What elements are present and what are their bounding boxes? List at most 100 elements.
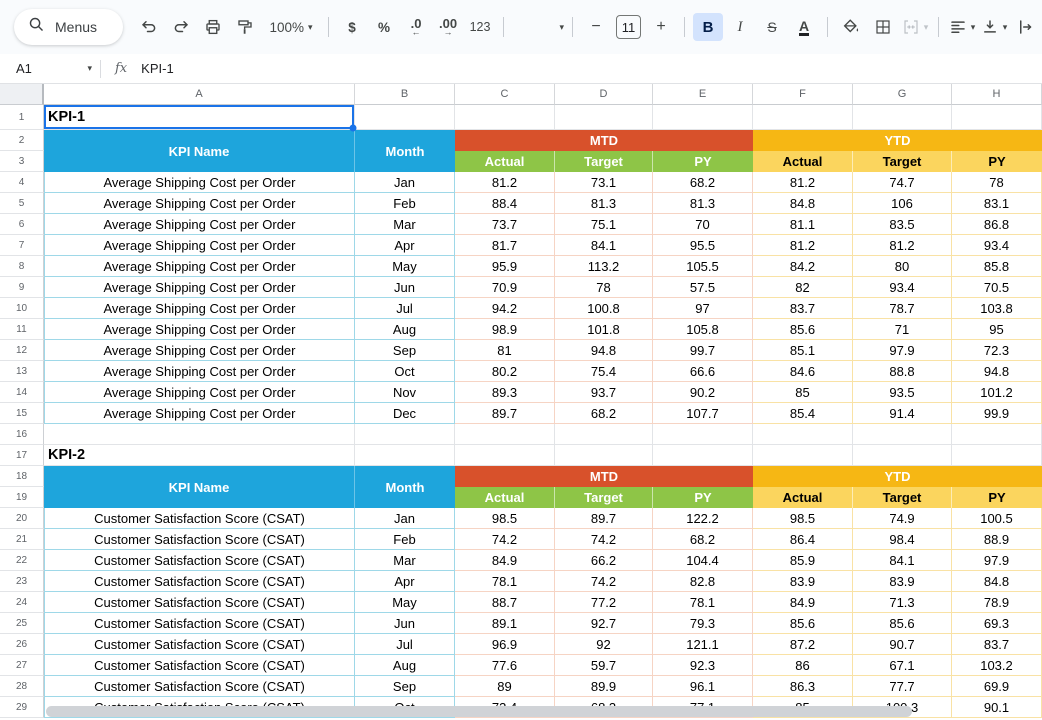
cell-A4[interactable]: Average Shipping Cost per Order [44,172,355,193]
cell-A27[interactable]: Customer Satisfaction Score (CSAT) [44,655,355,676]
cell-F21[interactable]: 86.4 [753,529,853,550]
cell-G23[interactable]: 83.9 [853,571,952,592]
t1-header-ytd-py[interactable]: PY [952,151,1042,172]
row-header-5[interactable]: 5 [0,193,44,214]
cell-A8[interactable]: Average Shipping Cost per Order [44,256,355,277]
cell-C6[interactable]: 73.7 [455,214,555,235]
cell-H6[interactable]: 86.8 [952,214,1042,235]
cell-G25[interactable]: 85.6 [853,613,952,634]
cell-F17[interactable] [753,445,853,466]
t1-header-mtd-target[interactable]: Target [555,151,653,172]
cell-G17[interactable] [853,445,952,466]
cell-F23[interactable]: 83.9 [753,571,853,592]
cell-B14[interactable]: Nov [355,382,455,403]
cell-E24[interactable]: 78.1 [653,592,753,613]
cell-D11[interactable]: 101.8 [555,319,653,340]
cell-D17[interactable] [555,445,653,466]
row-header-18[interactable]: 18 [0,466,44,487]
cell-D8[interactable]: 113.2 [555,256,653,277]
cell-D22[interactable]: 66.2 [555,550,653,571]
cell-G15[interactable]: 91.4 [853,403,952,424]
cell-D1[interactable] [555,105,653,130]
cell-H8[interactable]: 85.8 [952,256,1042,277]
cell-E11[interactable]: 105.8 [653,319,753,340]
cell-B15[interactable]: Dec [355,403,455,424]
t2-header-ytd-target[interactable]: Target [853,487,952,508]
cell-D25[interactable]: 92.7 [555,613,653,634]
name-box[interactable]: A1 ▾ [0,61,100,76]
cell-H14[interactable]: 101.2 [952,382,1042,403]
cell-G13[interactable]: 88.8 [853,361,952,382]
t2-header-mtd-actual[interactable]: Actual [455,487,555,508]
print-button[interactable] [198,13,228,41]
cell-D21[interactable]: 74.2 [555,529,653,550]
row-header-28[interactable]: 28 [0,676,44,697]
cell-F22[interactable]: 85.9 [753,550,853,571]
t2-header-kpi-name[interactable]: KPI Name [44,466,355,508]
cell-H15[interactable]: 99.9 [952,403,1042,424]
column-header-C[interactable]: C [455,84,555,105]
column-header-D[interactable]: D [555,84,653,105]
cell-A14[interactable]: Average Shipping Cost per Order [44,382,355,403]
bold-button[interactable]: B [693,13,723,41]
cell-F6[interactable]: 81.1 [753,214,853,235]
t2-header-ytd-actual[interactable]: Actual [753,487,853,508]
horizontal-scrollbar-thumb[interactable] [46,706,912,717]
row-header-20[interactable]: 20 [0,508,44,529]
cell-B4[interactable]: Jan [355,172,455,193]
column-header-E[interactable]: E [653,84,753,105]
cell-E26[interactable]: 121.1 [653,634,753,655]
row-header-16[interactable]: 16 [0,424,44,445]
cell-A10[interactable]: Average Shipping Cost per Order [44,298,355,319]
cell-E23[interactable]: 82.8 [653,571,753,592]
column-header-B[interactable]: B [355,84,455,105]
cell-A17[interactable]: KPI-2 [44,445,355,466]
cell-G21[interactable]: 98.4 [853,529,952,550]
cell-B5[interactable]: Feb [355,193,455,214]
cell-H23[interactable]: 84.8 [952,571,1042,592]
row-header-9[interactable]: 9 [0,277,44,298]
cell-B24[interactable]: May [355,592,455,613]
cell-A25[interactable]: Customer Satisfaction Score (CSAT) [44,613,355,634]
cell-B13[interactable]: Oct [355,361,455,382]
cell-A13[interactable]: Average Shipping Cost per Order [44,361,355,382]
cell-C9[interactable]: 70.9 [455,277,555,298]
cell-F9[interactable]: 82 [753,277,853,298]
cell-C21[interactable]: 74.2 [455,529,555,550]
t2-header-mtd[interactable]: MTD [455,466,753,487]
row-header-4[interactable]: 4 [0,172,44,193]
row-header-23[interactable]: 23 [0,571,44,592]
cell-G22[interactable]: 84.1 [853,550,952,571]
increase-decimal-button[interactable]: .00 → [433,13,463,41]
cell-C12[interactable]: 81 [455,340,555,361]
cell-G28[interactable]: 77.7 [853,676,952,697]
cell-E22[interactable]: 104.4 [653,550,753,571]
row-header-13[interactable]: 13 [0,361,44,382]
cell-B28[interactable]: Sep [355,676,455,697]
cell-C14[interactable]: 89.3 [455,382,555,403]
cell-C20[interactable]: 98.5 [455,508,555,529]
cell-G7[interactable]: 81.2 [853,235,952,256]
cell-H27[interactable]: 103.2 [952,655,1042,676]
row-header-1[interactable]: 1 [0,105,44,130]
cell-B11[interactable]: Aug [355,319,455,340]
cell-E28[interactable]: 96.1 [653,676,753,697]
cell-H17[interactable] [952,445,1042,466]
row-header-25[interactable]: 25 [0,613,44,634]
horizontal-align-button[interactable]: ▾ [947,13,977,41]
cell-E10[interactable]: 97 [653,298,753,319]
cell-A15[interactable]: Average Shipping Cost per Order [44,403,355,424]
cell-E20[interactable]: 122.2 [653,508,753,529]
menus-search-button[interactable]: Menus [14,9,123,45]
vertical-align-button[interactable]: ▾ [979,13,1009,41]
cell-C27[interactable]: 77.6 [455,655,555,676]
cell-F24[interactable]: 84.9 [753,592,853,613]
cell-C8[interactable]: 95.9 [455,256,555,277]
cell-H26[interactable]: 83.7 [952,634,1042,655]
row-header-15[interactable]: 15 [0,403,44,424]
t1-header-kpi-name[interactable]: KPI Name [44,130,355,172]
row-header-6[interactable]: 6 [0,214,44,235]
row-header-29[interactable]: 29 [0,697,44,718]
t2-header-mtd-py[interactable]: PY [653,487,753,508]
font-size-input[interactable]: 11 [616,15,641,39]
